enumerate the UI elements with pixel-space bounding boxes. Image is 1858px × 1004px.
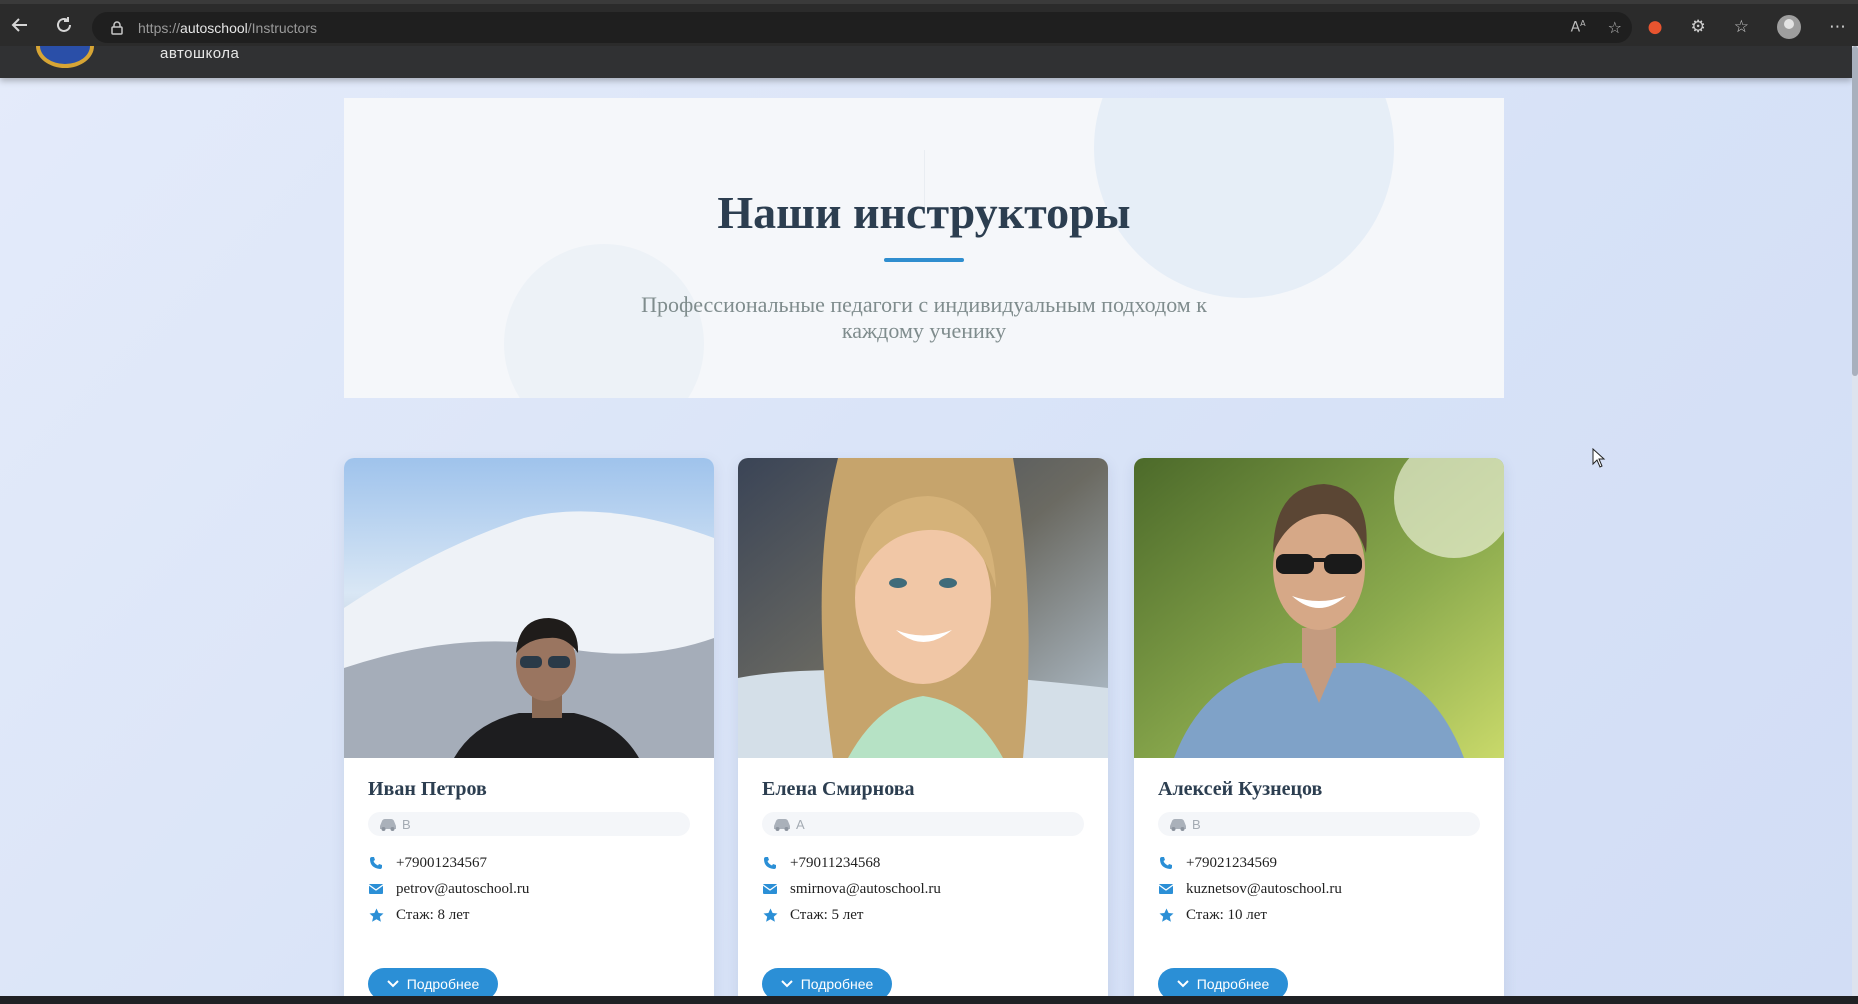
title-underline: [884, 258, 964, 262]
instructor-photo: [344, 458, 714, 758]
favorite-star-icon[interactable]: ☆: [1608, 18, 1622, 37]
instructor-experience: Стаж: 8 лет: [396, 906, 470, 923]
details-button[interactable]: Подробнее: [1158, 968, 1288, 996]
page-subtitle: Профессиональные педагоги с индивидуальн…: [641, 292, 1207, 343]
browser-toolbar: https://autoschool/Instructors AA ☆ ● ⚙ …: [0, 0, 1858, 46]
category-label: B: [1192, 816, 1201, 832]
instructor-phone[interactable]: +79011234568: [790, 855, 880, 872]
extensions-puzzle-icon[interactable]: ⚙: [1691, 17, 1706, 37]
instructor-name: Алексей Кузнецов: [1158, 778, 1323, 800]
mouse-cursor-icon: [1592, 448, 1606, 468]
reload-icon[interactable]: [44, 5, 84, 45]
star-icon: [762, 907, 778, 923]
star-icon: [368, 907, 384, 923]
category-label: A: [796, 816, 805, 832]
details-button-label: Подробнее: [406, 976, 480, 992]
category-badge: B: [368, 812, 690, 836]
phone-icon: [762, 855, 778, 871]
read-aloud-icon[interactable]: AA: [1571, 19, 1586, 36]
phone-icon: [368, 855, 384, 871]
site-logo[interactable]: [36, 46, 94, 68]
instructor-photo: [1134, 458, 1504, 758]
instructor-photo: [738, 458, 1108, 758]
back-icon[interactable]: [0, 5, 40, 45]
car-icon: [1170, 819, 1186, 831]
instructor-phone[interactable]: +79021234569: [1186, 855, 1277, 872]
chevron-down-icon: [386, 980, 399, 988]
site-header: автошкола: [0, 46, 1852, 78]
chevron-down-icon: [780, 980, 793, 988]
instructor-email[interactable]: kuznetsov@autoschool.ru: [1186, 881, 1342, 898]
category-badge: B: [1158, 812, 1480, 836]
more-icon[interactable]: ⋯: [1829, 17, 1846, 37]
instructor-card: Иван Петров B +79001234567 petrov@autosc…: [344, 458, 714, 996]
envelope-icon: [1158, 881, 1174, 897]
car-icon: [380, 819, 396, 831]
instructor-phone[interactable]: +79001234567: [396, 855, 487, 872]
details-button-label: Подробнее: [1196, 976, 1270, 992]
page-viewport: автошкола Наши инструкторы Профессиональ…: [0, 46, 1852, 996]
details-button[interactable]: Подробнее: [368, 968, 498, 996]
lock-icon[interactable]: [110, 20, 124, 35]
extension-flame-icon[interactable]: ●: [1648, 17, 1663, 37]
car-icon: [774, 819, 790, 831]
instructor-email[interactable]: smirnova@autoschool.ru: [790, 881, 941, 898]
instructor-card: Елена Смирнова A +79011234568 smirnova@a…: [738, 458, 1108, 996]
instructor-experience: Стаж: 5 лет: [790, 906, 864, 923]
instructor-card: Алексей Кузнецов B +79021234569 kuznetso…: [1134, 458, 1504, 996]
phone-icon: [1158, 855, 1174, 871]
instructor-name: Иван Петров: [368, 778, 487, 800]
page-title: Наши инструкторы: [717, 187, 1131, 238]
site-name[interactable]: автошкола: [160, 46, 239, 62]
details-button-label: Подробнее: [800, 976, 874, 992]
favorites-list-icon[interactable]: ☆: [1734, 17, 1749, 37]
instructors-grid: Иван Петров B +79001234567 petrov@autosc…: [344, 458, 1504, 996]
details-button[interactable]: Подробнее: [762, 968, 892, 996]
profile-icon[interactable]: [1777, 15, 1801, 39]
page-scrollbar[interactable]: [1852, 46, 1858, 996]
hero-section: Наши инструкторы Профессиональные педаго…: [344, 98, 1504, 398]
scrollbar-thumb[interactable]: [1852, 46, 1858, 376]
instructor-experience: Стаж: 10 лет: [1186, 906, 1267, 923]
star-icon: [1158, 907, 1174, 923]
address-bar[interactable]: https://autoschool/Instructors AA ☆: [92, 12, 1632, 43]
envelope-icon: [762, 881, 778, 897]
url-text: https://autoschool/Instructors: [138, 19, 317, 36]
category-label: B: [402, 816, 411, 832]
instructor-name: Елена Смирнова: [762, 778, 915, 800]
envelope-icon: [368, 881, 384, 897]
chevron-down-icon: [1176, 980, 1189, 988]
category-badge: A: [762, 812, 1084, 836]
instructor-email[interactable]: petrov@autoschool.ru: [396, 881, 529, 898]
